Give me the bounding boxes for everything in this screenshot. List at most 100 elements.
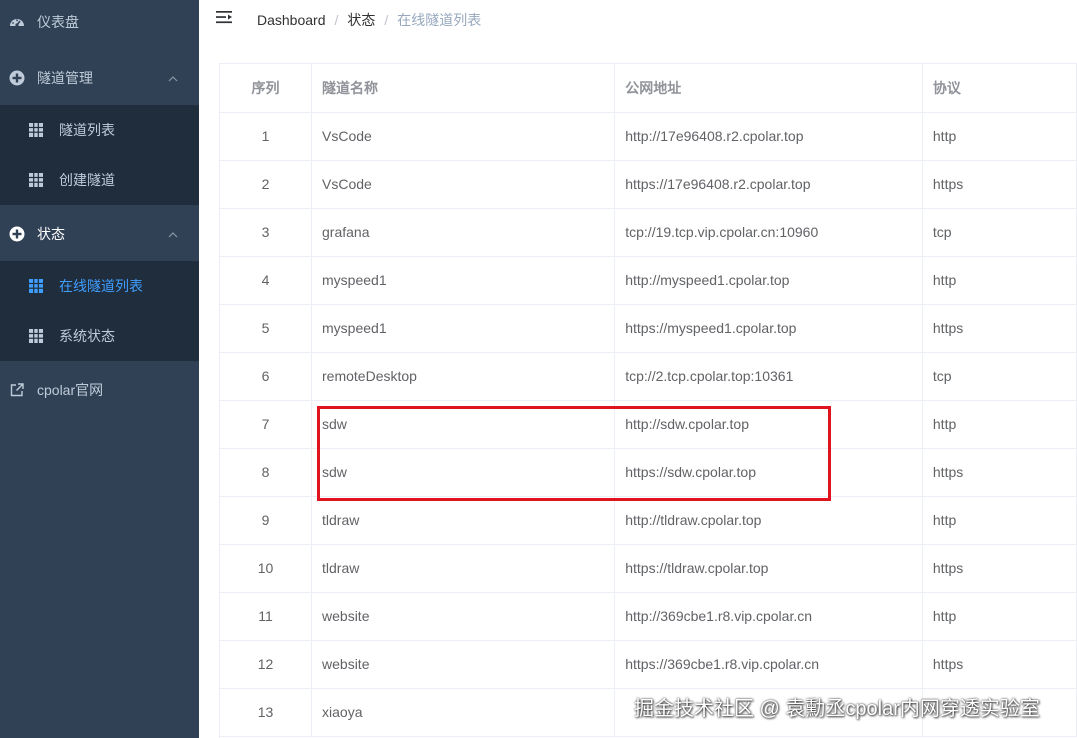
breadcrumb-current: 在线隧道列表 xyxy=(397,12,482,28)
sidebar-item-label: cpolar官网 xyxy=(37,382,104,398)
dashboard-icon xyxy=(9,14,25,30)
table-row: 3 grafana tcp://19.tcp.vip.cpolar.cn:10960… xyxy=(220,208,1077,257)
cell-public-address: http://tldraw.cpolar.top xyxy=(614,496,923,545)
column-header-protocol: 协议 xyxy=(922,64,1077,113)
cell-tunnel-name: myspeed1 xyxy=(311,304,616,353)
cell-index: 4 xyxy=(220,256,313,305)
cell-protocol: http xyxy=(922,256,1077,305)
cell-public-address: http://myspeed1.cpolar.top xyxy=(614,256,923,305)
cell-tunnel-name: remoteDesktop xyxy=(311,352,616,401)
cell-tunnel-name: website xyxy=(311,640,616,689)
sidebar-item-label: 状态 xyxy=(37,226,65,242)
chevron-up-icon xyxy=(167,72,179,84)
circle-plus-icon xyxy=(9,70,25,86)
table-row: 12 website https://369cbe1.r8.vip.cpolar.c… xyxy=(220,640,1077,689)
table-row: 2 VsCode https://17e96408.r2.cpolar.top htt… xyxy=(220,160,1077,209)
sidebar-item-system-status[interactable]: 系统状态 xyxy=(0,311,199,361)
cell-protocol: http xyxy=(922,112,1077,161)
cell-index: 8 xyxy=(220,448,313,497)
cell-protocol: https xyxy=(922,544,1077,593)
cell-index: 5 xyxy=(220,304,313,353)
circle-plus-icon xyxy=(9,226,25,242)
submenu-tunnel-management: 隧道列表 创建隧道 xyxy=(0,105,199,205)
cell-protocol: https xyxy=(922,304,1077,353)
sidebar-item-cpolar-official[interactable]: cpolar官网 xyxy=(0,362,199,418)
cell-public-address: https://sdw.cpolar.top xyxy=(614,448,923,497)
table-row: 10 tldraw https://tldraw.cpolar.top https xyxy=(220,544,1077,593)
cell-tunnel-name: VsCode xyxy=(311,160,616,209)
tunnel-table-wrapper: 序列 隧道名称 公网地址 协议 1 VsCode http://17e96408.r… xyxy=(219,63,1077,738)
table-icon xyxy=(29,329,43,343)
cell-protocol: https xyxy=(922,160,1077,209)
sidebar-item-label: 隧道列表 xyxy=(59,122,115,138)
submenu-status: 在线隧道列表 系统状态 xyxy=(0,261,199,361)
breadcrumb-status[interactable]: 状态 xyxy=(347,10,375,30)
cell-index: 1 xyxy=(220,112,313,161)
table-row: 11 website http://369cbe1.r8.vip.cpolar.cn… xyxy=(220,592,1077,641)
cell-index: 2 xyxy=(220,160,313,209)
sidebar-item-tunnel-list[interactable]: 隧道列表 xyxy=(0,105,199,155)
sidebar-item-label: 在线隧道列表 xyxy=(59,278,143,294)
table-row: 5 myspeed1 https://myspeed1.cpolar.top http… xyxy=(220,304,1077,353)
breadcrumb-dashboard[interactable]: Dashboard xyxy=(257,12,326,28)
cell-public-address: http://17e96408.r2.cpolar.top xyxy=(614,112,923,161)
column-header-address: 公网地址 xyxy=(614,64,923,113)
cell-public-address: https://17e96408.r2.cpolar.top xyxy=(614,160,923,209)
sidebar-item-label: 系统状态 xyxy=(59,328,115,344)
breadcrumb: Dashboard / 状态 / 在线隧道列表 xyxy=(257,10,481,30)
cell-protocol: http xyxy=(922,496,1077,545)
cell-protocol: https xyxy=(922,448,1077,497)
sidebar-item-label: 隧道管理 xyxy=(37,70,93,86)
cell-public-address: http://sdw.cpolar.top xyxy=(614,400,923,449)
column-header-index: 序列 xyxy=(220,64,313,113)
table-row: 6 remoteDesktop tcp://2.tcp.cpolar.top:103… xyxy=(220,352,1077,401)
table-row: 13 xiaoya xyxy=(220,688,1077,737)
cell-tunnel-name: xiaoya xyxy=(311,688,616,737)
cell-public-address: https://tldraw.cpolar.top xyxy=(614,544,923,593)
app-root: 仪表盘 隧道管理 隧道列表 创建隧道 状态 在线隧道列表 系统状态 cpolar… xyxy=(0,0,1077,738)
chevron-up-icon xyxy=(167,228,179,240)
cell-tunnel-name: myspeed1 xyxy=(311,256,616,305)
cell-public-address: http://369cbe1.r8.vip.cpolar.cn xyxy=(614,592,923,641)
cell-tunnel-name: sdw xyxy=(311,448,616,497)
breadcrumb-separator: / xyxy=(334,12,339,28)
cell-index: 6 xyxy=(220,352,313,401)
header: Dashboard / 状态 / 在线隧道列表 xyxy=(199,0,1077,40)
cell-public-address: https://369cbe1.r8.vip.cpolar.cn xyxy=(614,640,923,689)
cell-protocol: https xyxy=(922,640,1077,689)
cell-index: 13 xyxy=(220,688,313,737)
sidebar-item-label: 仪表盘 xyxy=(37,14,79,30)
cell-public-address xyxy=(614,688,923,737)
cell-protocol: tcp xyxy=(922,208,1077,257)
sidebar-item-tunnel-management[interactable]: 隧道管理 xyxy=(0,50,199,106)
table-icon xyxy=(29,123,43,137)
sidebar-item-create-tunnel[interactable]: 创建隧道 xyxy=(0,155,199,205)
table-icon xyxy=(29,279,43,293)
hamburger-menu-icon[interactable] xyxy=(216,10,234,26)
cell-index: 3 xyxy=(220,208,313,257)
table-row: 1 VsCode http://17e96408.r2.cpolar.top http xyxy=(220,112,1077,161)
table-row: 9 tldraw http://tldraw.cpolar.top http xyxy=(220,496,1077,545)
sidebar: 仪表盘 隧道管理 隧道列表 创建隧道 状态 在线隧道列表 系统状态 cpolar… xyxy=(0,0,199,738)
table-icon xyxy=(29,173,43,187)
table-row: 8 sdw https://sdw.cpolar.top https xyxy=(220,448,1077,497)
cell-tunnel-name: tldraw xyxy=(311,544,616,593)
cell-tunnel-name: sdw xyxy=(311,400,616,449)
sidebar-item-online-tunnel-list[interactable]: 在线隧道列表 xyxy=(0,261,199,311)
cell-protocol xyxy=(922,688,1077,737)
cell-index: 10 xyxy=(220,544,313,593)
sidebar-item-dashboard[interactable]: 仪表盘 xyxy=(0,0,199,50)
table-row: 7 sdw http://sdw.cpolar.top http xyxy=(220,400,1077,449)
cell-tunnel-name: grafana xyxy=(311,208,616,257)
main-content: 序列 隧道名称 公网地址 协议 1 VsCode http://17e96408.r… xyxy=(199,40,1077,738)
online-tunnel-table: 序列 隧道名称 公网地址 协议 1 VsCode http://17e96408.r… xyxy=(220,64,1077,737)
cell-tunnel-name: tldraw xyxy=(311,496,616,545)
cell-tunnel-name: VsCode xyxy=(311,112,616,161)
column-header-name: 隧道名称 xyxy=(311,64,616,113)
table-body: 1 VsCode http://17e96408.r2.cpolar.top http… xyxy=(220,112,1077,737)
cell-index: 12 xyxy=(220,640,313,689)
cell-tunnel-name: website xyxy=(311,592,616,641)
cell-protocol: http xyxy=(922,592,1077,641)
sidebar-item-status[interactable]: 状态 xyxy=(0,206,199,262)
cell-index: 7 xyxy=(220,400,313,449)
